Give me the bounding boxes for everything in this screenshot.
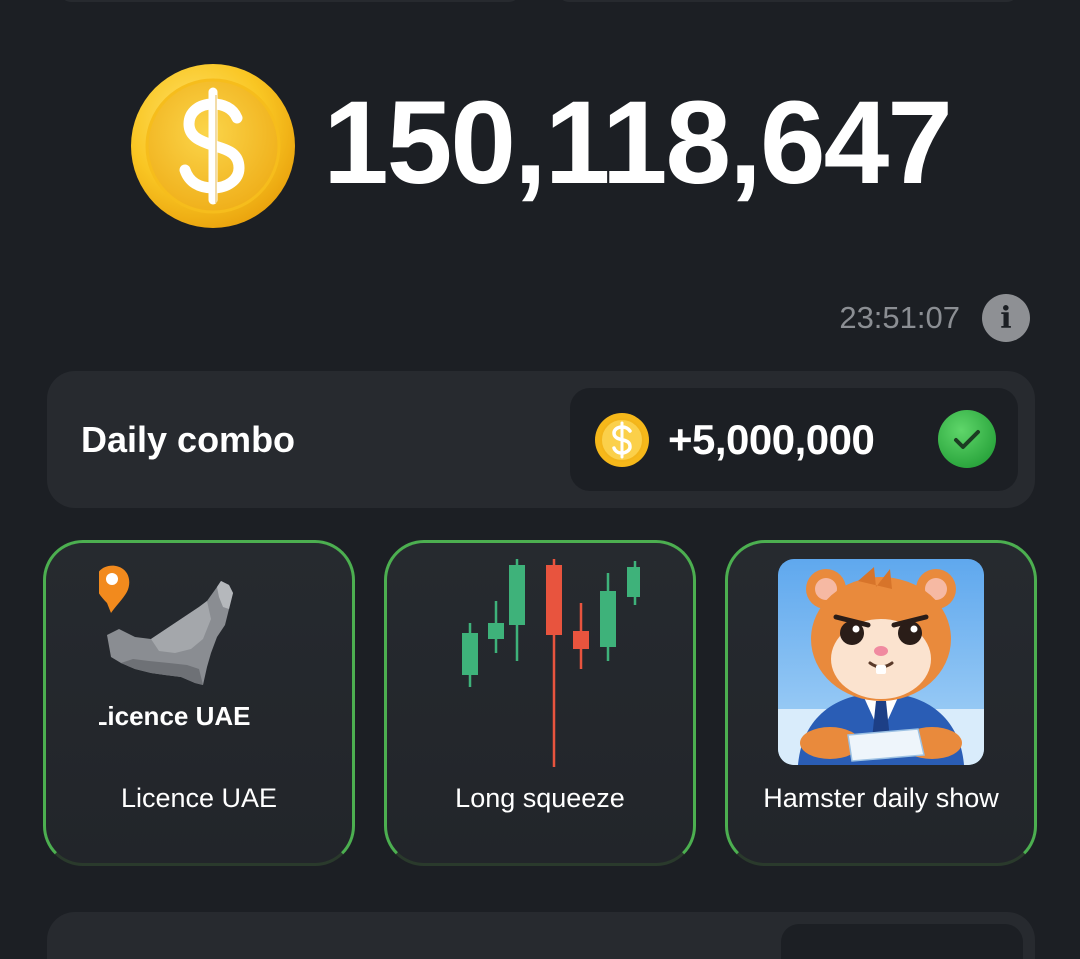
next-card-partial [47, 912, 1035, 959]
daily-combo-reward-amount: +5,000,000 [668, 415, 875, 463]
combo-cards: Licence UAE Licence UAE Long squeeze Ham… [43, 540, 1039, 866]
combo-card-label: Licence UAE [120, 783, 278, 813]
top-stat-card-left[interactable] [60, 0, 520, 2]
dollar-coin-icon [131, 64, 296, 228]
daily-combo-card: Daily combo +5,000,000 [47, 371, 1035, 508]
balance-amount: 150,118,647 [323, 77, 953, 209]
balance-display: 150,118,647 [0, 62, 1080, 230]
combo-card-label: Hamster daily show [763, 783, 999, 813]
combo-card-label: Long squeeze [455, 783, 625, 813]
uae-map-image: Licence UAE [99, 565, 250, 731]
combo-card-hamster-daily-show[interactable]: Hamster daily show [725, 540, 1037, 866]
hamster-show-image [778, 559, 984, 765]
location-pin-icon [99, 565, 130, 613]
dollar-coin-icon [595, 412, 649, 467]
combo-timer: 23:51:07 i [839, 293, 1030, 343]
combo-card-licence-uae[interactable]: Licence UAE Licence UAE [43, 540, 355, 866]
candlestick-chart-image [462, 559, 640, 767]
daily-combo-reward: +5,000,000 [570, 388, 1018, 491]
check-circle-icon [938, 410, 996, 468]
top-stat-card-right[interactable] [558, 0, 1018, 2]
next-card-button-partial[interactable] [781, 924, 1023, 959]
combo-card-long-squeeze[interactable]: Long squeeze [384, 540, 696, 866]
uae-map-caption: Licence UAE [99, 701, 250, 731]
daily-combo-title: Daily combo [81, 418, 296, 460]
timer-text: 23:51:07 [839, 300, 960, 335]
info-icon[interactable]: i [982, 294, 1030, 342]
mining-screen: 150,118,647 23:51:07 i Daily combo +5,00… [0, 0, 1080, 959]
